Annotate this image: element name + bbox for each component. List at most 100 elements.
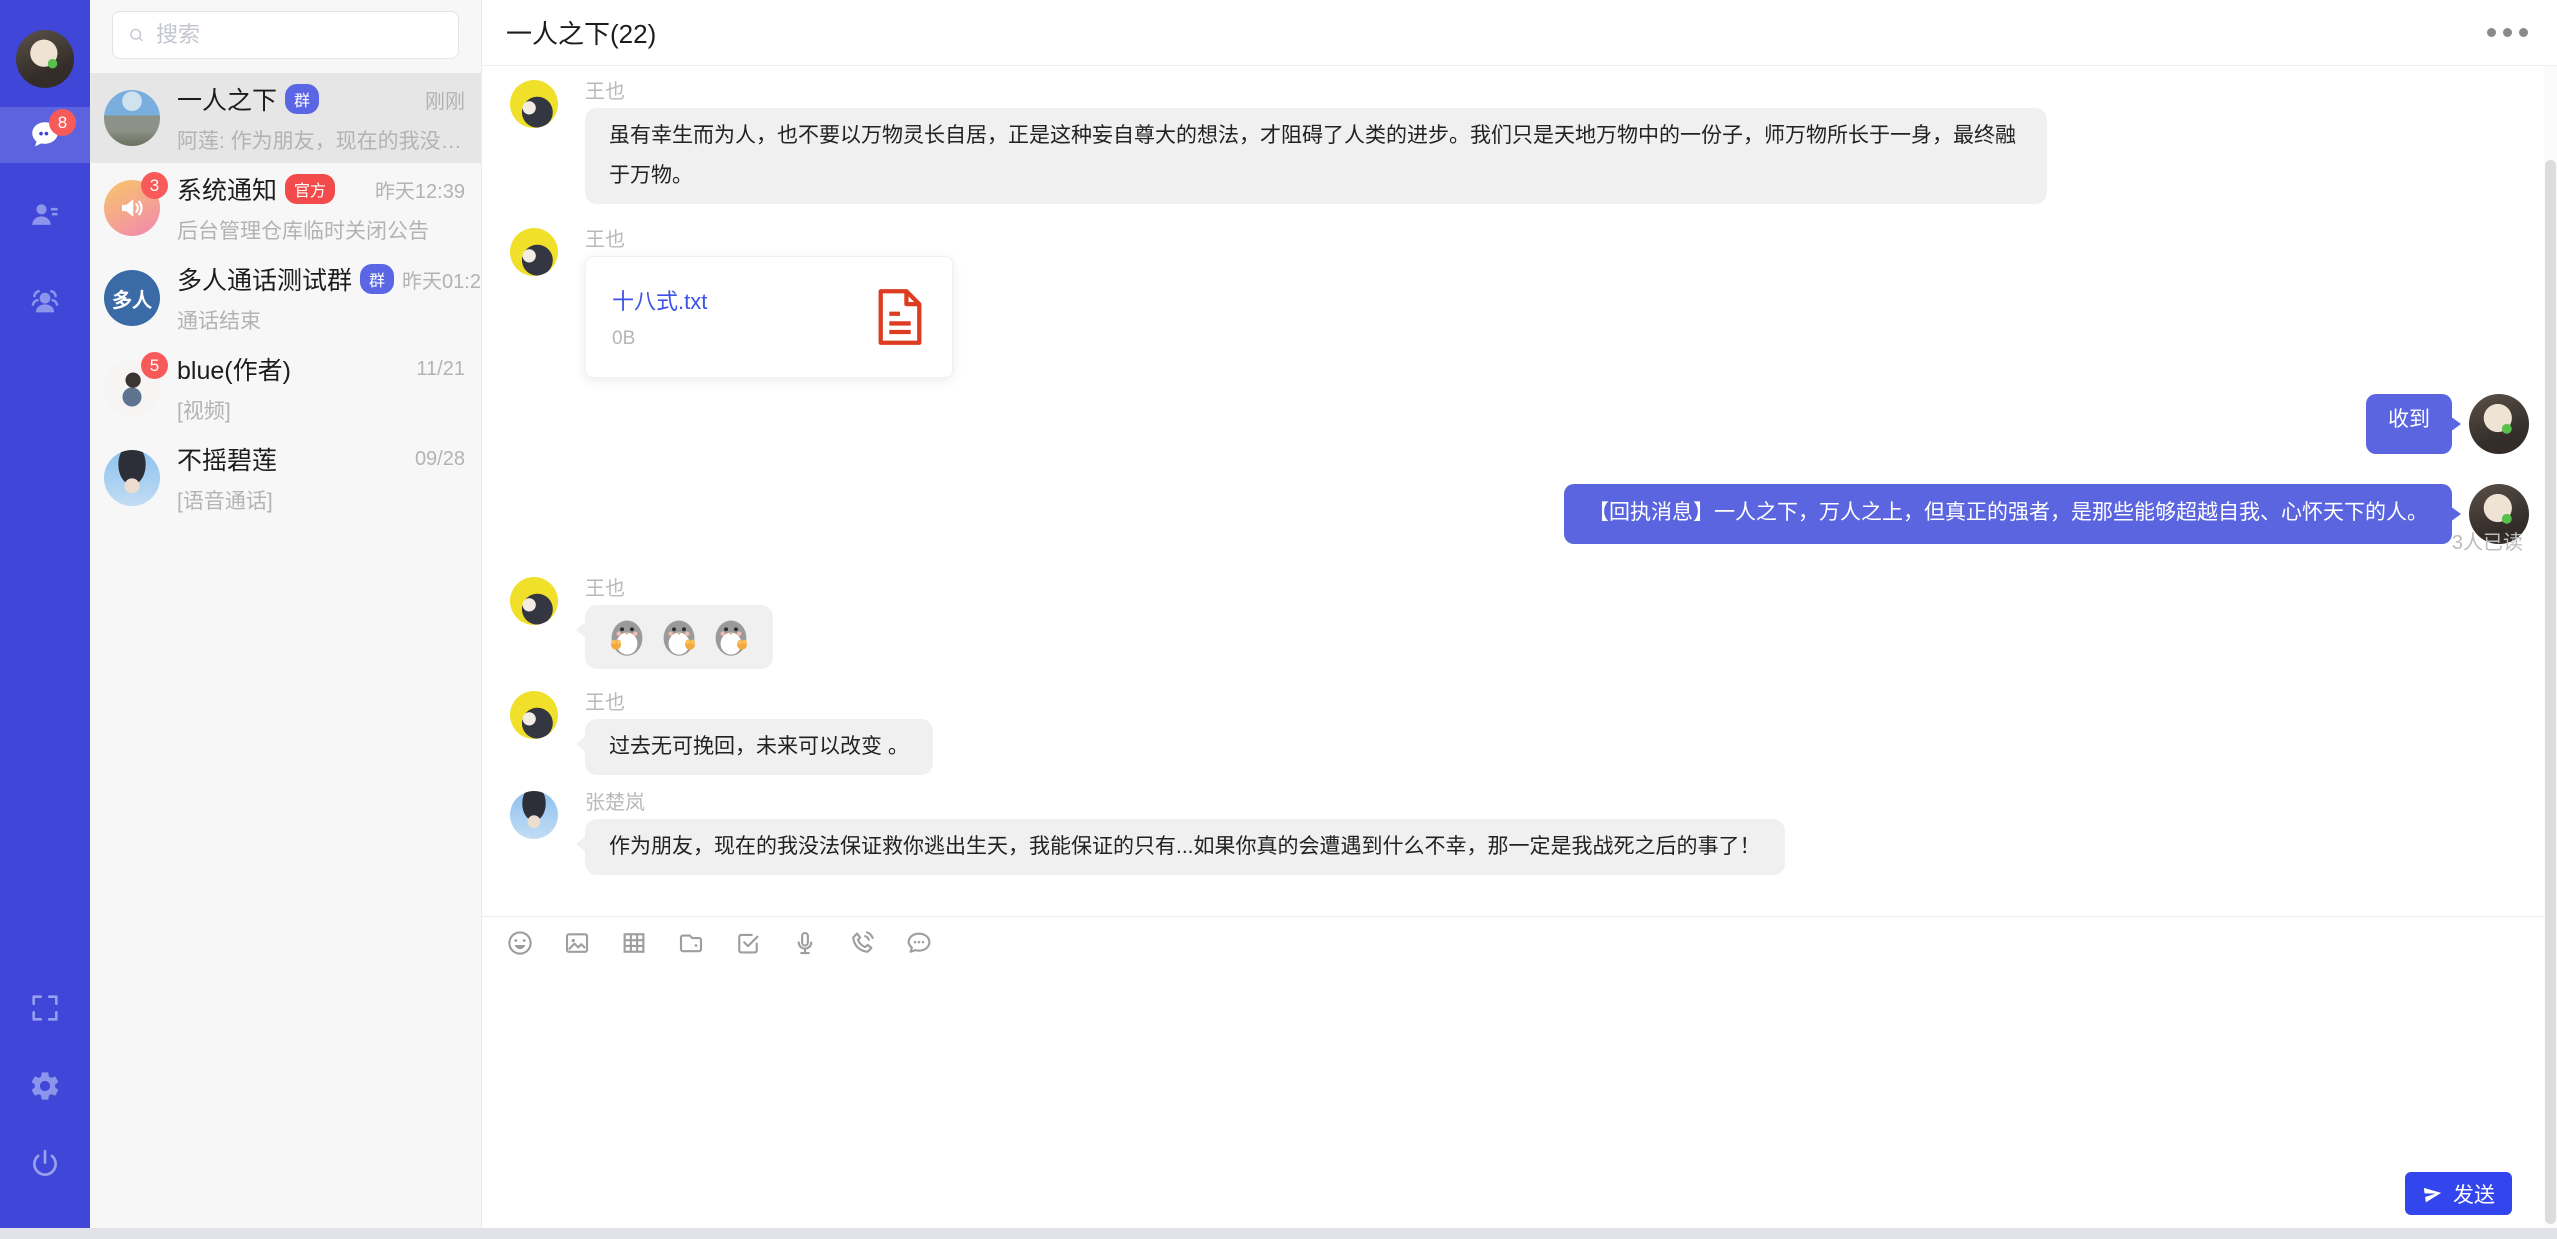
conversation-preview: [语音通话] [177,485,465,515]
avatar[interactable] [510,791,558,839]
check-square-icon[interactable] [733,928,763,958]
conversation-time: 昨天01:29 [394,265,492,294]
phone-call-icon[interactable] [847,928,877,958]
message-list: 王也 虽有幸生而为人，也不要以万物灵长自居，正是这种妄自尊大的想法，才阻碍了人类… [482,66,2557,916]
avatar[interactable] [510,228,558,276]
conversation-name: 一人之下 [177,81,277,117]
penguin-sticker [709,615,753,659]
conversation-avatar: 3 [104,180,160,236]
message-bubble[interactable]: 过去无可挽回，未来可以改变 。 [585,719,933,775]
chat-title: 一人之下(22) [506,14,656,51]
vertical-scrollbar-thumb[interactable] [2545,160,2556,1224]
conversation-time: 昨天12:39 [367,175,465,204]
unread-badge: 3 [141,172,168,199]
emoji-icon[interactable] [505,928,535,958]
conversation-item[interactable]: 一人之下 群 刚刚 阿莲: 作为朋友，现在的我没法... [90,73,481,163]
conversation-preview: 通话结束 [177,305,465,335]
more-options-icon[interactable] [2485,22,2530,43]
conversation-name: 多人通话测试群 [177,261,352,297]
message-row: 王也 过去无可挽回，未来可以改变 。 [510,691,2529,775]
conversation-preview: [视频] [177,395,465,425]
chat-app-window: 8 [0,0,2557,1239]
unread-badge: 5 [141,352,168,379]
conversation-avatar: 多人 [104,270,160,326]
settings-gear-icon[interactable] [28,1069,62,1103]
group-contacts-icon [28,284,62,318]
message-bubble[interactable]: 作为朋友，现在的我没法保证救你逃出生天，我能保证的只有...如果你真的会遭遇到什… [585,819,1785,875]
vertical-scrollbar[interactable] [2544,66,2557,1228]
conversation-name: blue(作者) [177,351,291,387]
send-button-label: 发送 [2453,1179,2495,1209]
grid-collage-icon[interactable] [619,928,649,958]
image-icon[interactable] [562,928,592,958]
file-message-card[interactable]: 十八式.txt 0B [585,256,953,378]
conversation-time: 09/28 [407,448,465,471]
chat-pane: 一人之下(22) 王也 虽有幸生而为人，也不要以万物灵长自居，正是这种妄自尊大的… [482,0,2557,1239]
sticker-bubble[interactable] [585,605,773,669]
message-row: 王也 [510,577,2529,669]
user-avatar[interactable] [16,30,74,88]
microphone-icon[interactable] [790,928,820,958]
sidebar-item-groups[interactable] [0,273,90,329]
avatar-text: 多人 [112,284,152,313]
contacts-icon [28,198,62,232]
avatar[interactable] [510,80,558,128]
message-bubble[interactable]: 虽有幸生而为人，也不要以万物灵长自居，正是这种妄自尊大的想法，才阻碍了人类的进步… [585,108,2047,204]
sender-name: 王也 [585,691,933,715]
search-area [90,0,481,73]
sidebar-bottom [28,991,62,1181]
message-row: 张楚岚 作为朋友，现在的我没法保证救你逃出生天，我能保证的只有...如果你真的会… [510,791,2529,875]
send-plane-icon [2421,1181,2446,1206]
conversation-avatar: 5 [104,360,160,416]
message-row: 收到 [510,394,2529,454]
fullscreen-icon[interactable] [28,991,62,1025]
conversation-item[interactable]: 多人 多人通话测试群 群 昨天01:29 通话结束 [90,253,481,343]
penguin-sticker [605,615,649,659]
document-icon [874,287,926,347]
avatar[interactable] [510,691,558,739]
composer-toolbar [482,916,2557,968]
sender-name: 王也 [585,80,2047,104]
speaker-icon [117,193,147,223]
message-bubble[interactable]: 【回执消息】一人之下，万人之上，但真正的强者，是那些能够超越自我、心怀天下的人。 [1564,484,2452,544]
file-name[interactable]: 十八式.txt [612,284,874,316]
power-icon[interactable] [28,1147,62,1181]
folder-icon[interactable] [676,928,706,958]
conversation-item[interactable]: 5 blue(作者) 11/21 [视频] [90,343,481,433]
chat-header: 一人之下(22) [482,0,2557,66]
search-box[interactable] [112,11,459,59]
sidebar: 8 [0,0,90,1239]
conversation-time: 刚刚 [417,85,465,114]
avatar[interactable] [2469,394,2529,454]
group-badge: 群 [285,84,319,114]
search-icon [127,23,146,47]
sender-name: 王也 [585,577,773,601]
sidebar-item-chats[interactable]: 8 [0,107,90,163]
conversation-avatar [104,90,160,146]
send-button[interactable]: 发送 [2405,1172,2512,1215]
penguin-sticker [657,615,701,659]
file-size: 0B [612,328,874,350]
conversation-name: 不摇碧莲 [177,441,277,477]
group-badge: 群 [360,264,394,294]
sidebar-item-contacts[interactable] [0,187,90,243]
official-badge: 官方 [285,174,335,204]
chat-history-icon[interactable] [904,928,934,958]
horizontal-scrollbar[interactable] [0,1228,2557,1239]
search-input[interactable] [156,22,444,48]
message-input-area[interactable]: 发送 [482,968,2557,1239]
conversation-item[interactable]: 3 系统通知 官方 昨天12:39 后台管理仓库临时关闭公告 [90,163,481,253]
conversation-name: 系统通知 [177,171,277,207]
conversation-time: 11/21 [408,358,465,381]
message-bubble[interactable]: 收到 [2366,394,2452,454]
conversation-item[interactable]: 不摇碧莲 09/28 [语音通话] [90,433,481,523]
message-row: 王也 十八式.txt 0B [510,228,2529,378]
conversation-list: 一人之下 群 刚刚 阿莲: 作为朋友，现在的我没法... 3 [90,0,482,1239]
message-row: 王也 虽有幸生而为人，也不要以万物灵长自居，正是这种妄自尊大的想法，才阻碍了人类… [510,80,2529,204]
conversation-preview: 后台管理仓库临时关闭公告 [177,215,465,245]
sender-name: 王也 [585,228,953,252]
unread-total-badge: 8 [49,109,76,136]
sender-name: 张楚岚 [585,791,1785,815]
avatar[interactable] [510,577,558,625]
conversation-preview: 阿莲: 作为朋友，现在的我没法... [177,125,465,155]
